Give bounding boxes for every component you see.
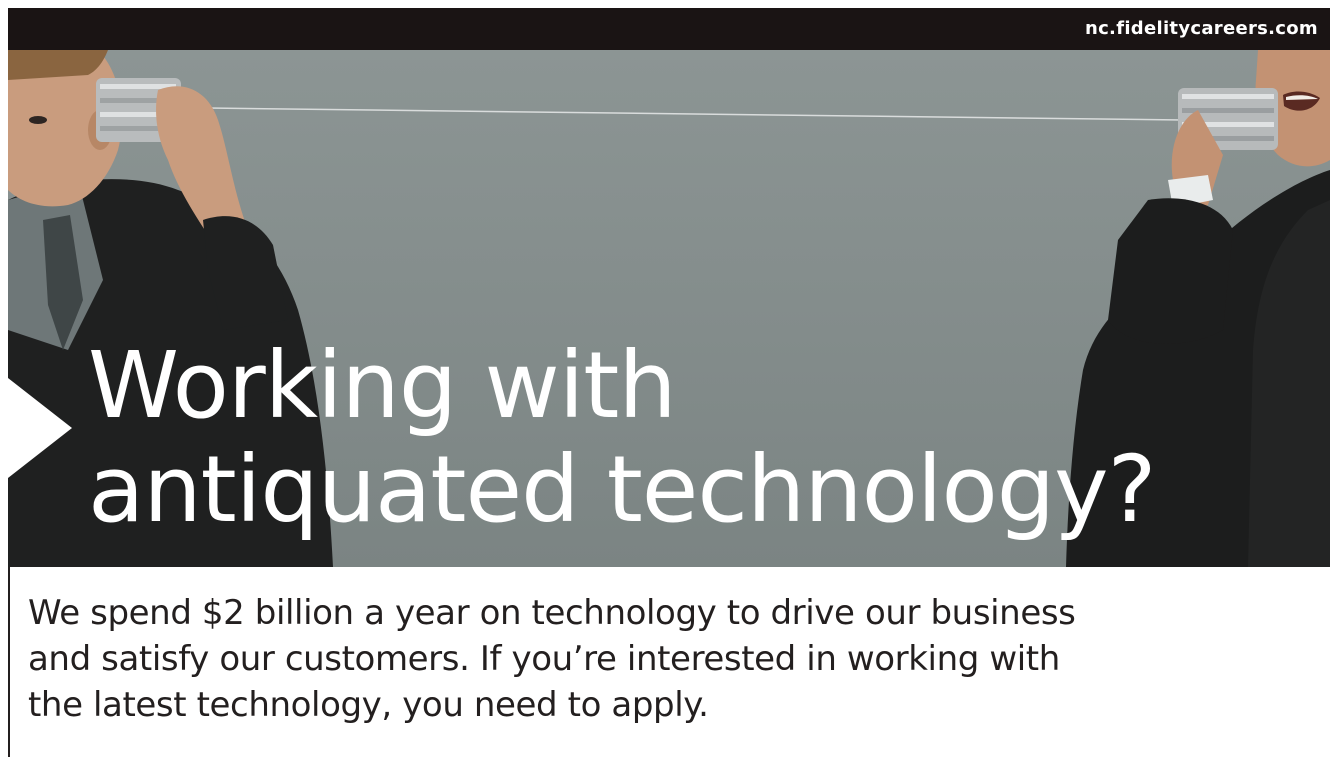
advertisement: nc.fidelitycareers.com Working with anti…: [0, 0, 1330, 757]
body-copy: We spend $2 billion a year on technology…: [28, 590, 1288, 728]
headline-line-2: antiquated technology?: [88, 436, 1156, 543]
hero-image: Working with antiquated technology?: [8, 50, 1330, 567]
headline-line-1: Working with: [88, 332, 677, 439]
pointer-arrow: [8, 378, 72, 478]
body-copy-line-2: and satisfy our customers. If you’re int…: [28, 639, 1060, 679]
site-url[interactable]: nc.fidelitycareers.com: [1085, 18, 1318, 39]
body-copy-line-1: We spend $2 billion a year on technology…: [28, 593, 1076, 633]
can-string: [207, 107, 1184, 121]
headline: Working with antiquated technology?: [88, 332, 1156, 543]
top-bar: nc.fidelitycareers.com: [8, 8, 1330, 50]
body-copy-line-3: the latest technology, you need to apply…: [28, 685, 709, 725]
left-divider: [8, 567, 10, 757]
